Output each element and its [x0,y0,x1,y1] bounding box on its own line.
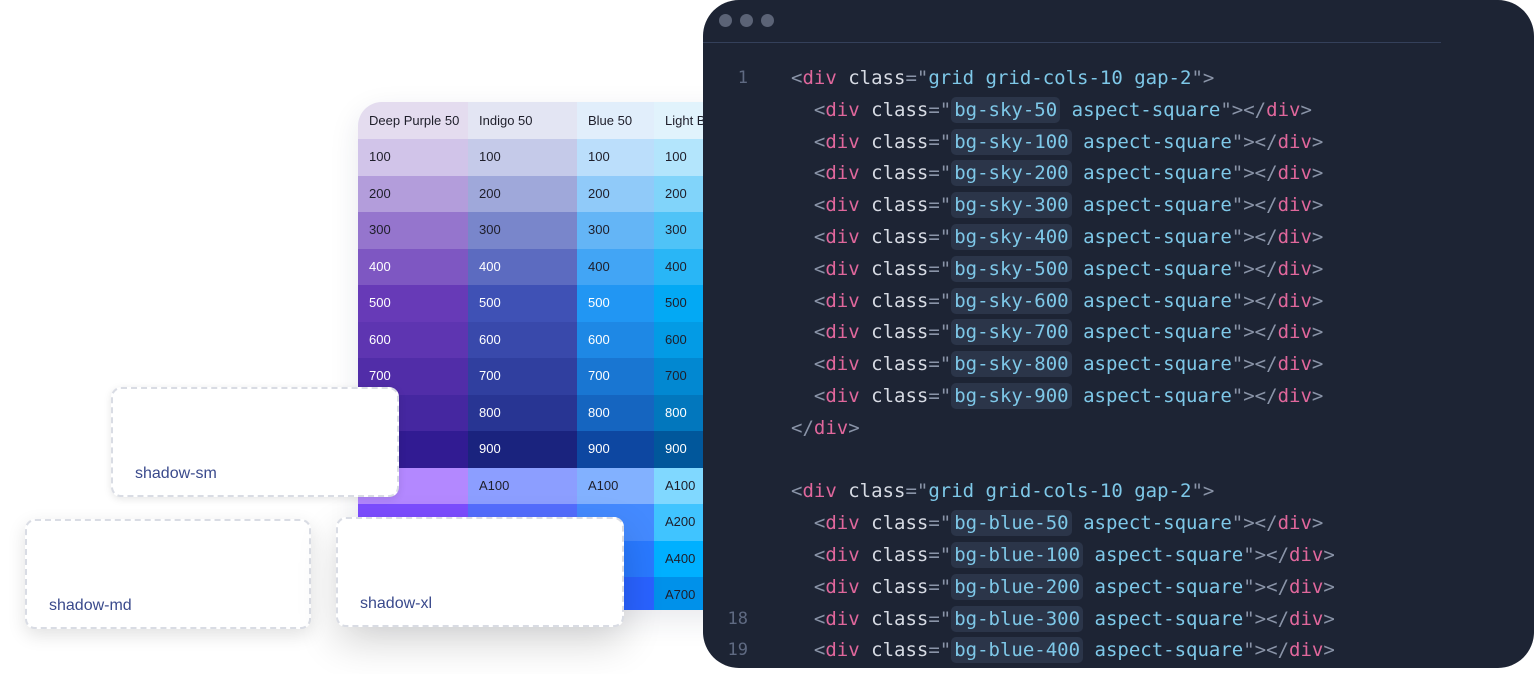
code-text: </div> [791,416,860,439]
code-text: <div class=" bg-blue-400 aspect-square"><… [813,637,1335,664]
window-dot-icon[interactable] [761,14,774,27]
line-number: 18 [727,608,748,629]
palette-swatch: 600 [468,321,577,358]
palette-swatch: 600 [577,321,654,358]
palette-column-header: Indigo 50 [468,102,577,139]
code-line: <div class=" bg-blue-100 aspect-square"><… [703,540,1534,572]
palette-swatch: 100 [577,139,654,176]
code-line: 1 <div class="grid grid-cols-10 gap-2"> [703,63,1534,95]
code-line: <div class=" bg-sky-100 aspect-square"></… [703,127,1534,159]
window-dot-icon[interactable] [719,14,732,27]
code-line: <div class=" bg-sky-200 aspect-square"></… [703,158,1534,190]
shadow-sm-label: shadow-sm [135,465,217,482]
palette-swatch: 900 [577,431,654,468]
palette-swatch: 300 [358,212,468,249]
code-line: <div class=" bg-sky-500 aspect-square"></… [703,254,1534,286]
code-line: 18 <div class=" bg-blue-300 aspect-square… [703,604,1534,636]
window-controls [719,14,774,27]
code-text: <div class=" bg-blue-100 aspect-square"><… [813,541,1335,568]
code-editor-window: 1 <div class="grid grid-cols-10 gap-2"> <… [703,0,1534,668]
code-line: <div class=" bg-sky-700 aspect-square"></… [703,317,1534,349]
code-line: 19 <div class=" bg-blue-400 aspect-square… [703,635,1534,667]
palette-swatch: 100 [468,139,577,176]
code-text: <div class=" bg-blue-200 aspect-square"><… [813,573,1335,600]
palette-swatch: 300 [577,212,654,249]
palette-swatch: 700 [468,358,577,395]
code-text: <div class=" bg-sky-700 aspect-square"></… [813,319,1324,346]
code-text: <div class=" bg-sky-400 aspect-square"></… [813,223,1324,250]
shadow-md-card: shadow-md [25,519,311,629]
palette-swatch: 200 [577,175,654,212]
code-line: <div class=" bg-sky-900 aspect-square"></… [703,381,1534,413]
code-line: <div class="grid grid-cols-10 gap-2"> [703,476,1534,508]
code-text: <div class=" bg-blue-300 aspect-square"><… [813,605,1335,632]
code-line: <div class=" bg-sky-400 aspect-square"></… [703,222,1534,254]
code-line: <div class=" bg-sky-50 aspect-square"></d… [703,95,1534,127]
shadow-xl-label: shadow-xl [360,595,433,612]
palette-swatch: 900 [468,431,577,468]
code-text: <div class=" bg-sky-500 aspect-square"></… [813,255,1324,282]
shadow-sm-card: shadow-sm [111,387,399,497]
palette-column-header: Blue 50 [577,102,654,139]
code-line: <div class=" bg-blue-200 aspect-square"><… [703,572,1534,604]
line-number: 1 [737,68,748,88]
palette-swatch: 500 [577,285,654,322]
palette-swatch: 100 [358,139,468,176]
code-text: <div class=" bg-sky-100 aspect-square"></… [813,128,1324,155]
window-dot-icon[interactable] [740,14,753,27]
shadow-md-label: shadow-md [49,597,132,614]
code-text: <div class=" bg-sky-800 aspect-square"></… [813,351,1324,378]
code-text: <div class="grid grid-cols-10 gap-2"> [791,480,1215,503]
palette-swatch: 800 [468,394,577,431]
code-line: <div class=" bg-sky-800 aspect-square"></… [703,349,1534,381]
palette-swatch: 300 [468,212,577,249]
palette-swatch: 600 [358,321,468,358]
code-text: <div class=" bg-blue-50 aspect-square"></… [813,510,1324,537]
palette-swatch: A100 [577,467,654,504]
shadow-xl-card: shadow-xl [336,517,624,627]
palette-swatch: 500 [358,285,468,322]
line-number: 19 [727,640,748,661]
code-line: <div class=" bg-sky-300 aspect-square"></… [703,190,1534,222]
code-text: <div class=" bg-sky-300 aspect-square"></… [813,192,1324,219]
code-text: <div class=" bg-sky-50 aspect-square"></d… [813,96,1312,123]
code-text: <div class=" bg-sky-900 aspect-square"></… [813,382,1324,409]
palette-swatch: A100 [468,467,577,504]
palette-swatch: 200 [358,175,468,212]
code-line: <div class=" bg-sky-600 aspect-square"></… [703,286,1534,318]
code-line: </div> [703,413,1534,445]
code-text: <div class=" bg-sky-600 aspect-square"></… [813,287,1324,314]
palette-swatch: 200 [468,175,577,212]
code-area[interactable]: 1 <div class="grid grid-cols-10 gap-2"> <… [703,63,1534,667]
editor-divider [703,42,1441,43]
palette-swatch: 400 [577,248,654,285]
palette-swatch: 700 [577,358,654,395]
palette-swatch: 400 [468,248,577,285]
code-line: <div class=" bg-blue-50 aspect-square"></… [703,508,1534,540]
palette-swatch: 400 [358,248,468,285]
palette-swatch: 500 [468,285,577,322]
palette-column-header: Deep Purple 50 [358,102,468,139]
code-text: <div class="grid grid-cols-10 gap-2"> [791,67,1215,89]
code-text: <div class=" bg-sky-200 aspect-square"></… [813,160,1324,187]
palette-swatch: 800 [577,394,654,431]
